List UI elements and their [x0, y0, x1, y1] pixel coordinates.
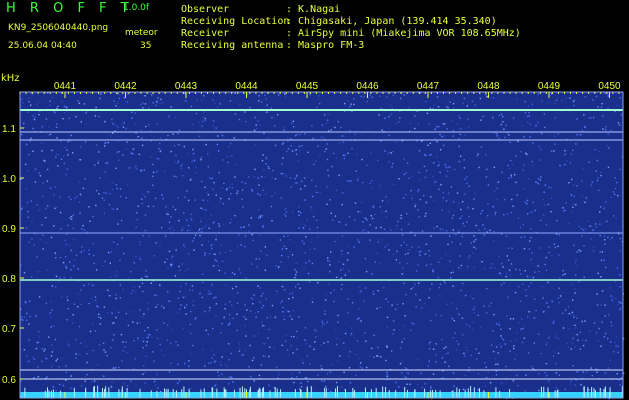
y-unit-label: kHz — [1, 73, 20, 84]
y-tick-label-0.7: 0.7 — [2, 324, 16, 335]
x-tick-label-0447: 0447 — [417, 81, 440, 92]
y-tick-label-0.9: 0.9 — [2, 224, 16, 235]
x-tick-label-0441: 0441 — [54, 81, 77, 92]
x-tick-label-0443: 0443 — [175, 81, 198, 92]
y-tick-label-1.0: 1.0 — [2, 174, 16, 185]
x-tick-label-0450: 0450 — [598, 81, 621, 92]
y-tick-label-1.1: 1.1 — [2, 124, 16, 135]
x-tick-label-0444: 0444 — [235, 81, 258, 92]
x-tick-label-0449: 0449 — [538, 81, 561, 92]
spectrogram: 1.1 1.0 0.9 0.8 0.7 0.6 0441 0442 0443 0444 0445 04… — [2, 81, 625, 400]
x-tick-label-0448: 0448 — [477, 81, 500, 92]
x-tick-label-0442: 0442 — [114, 81, 137, 92]
x-tick-label-0446: 0446 — [356, 81, 379, 92]
baseline-band — [20, 392, 623, 398]
y-tick-label-0.6: 0.6 — [2, 375, 16, 386]
y-tick-label-0.8: 0.8 — [2, 274, 16, 285]
x-tick-label-0445: 0445 — [296, 81, 319, 92]
